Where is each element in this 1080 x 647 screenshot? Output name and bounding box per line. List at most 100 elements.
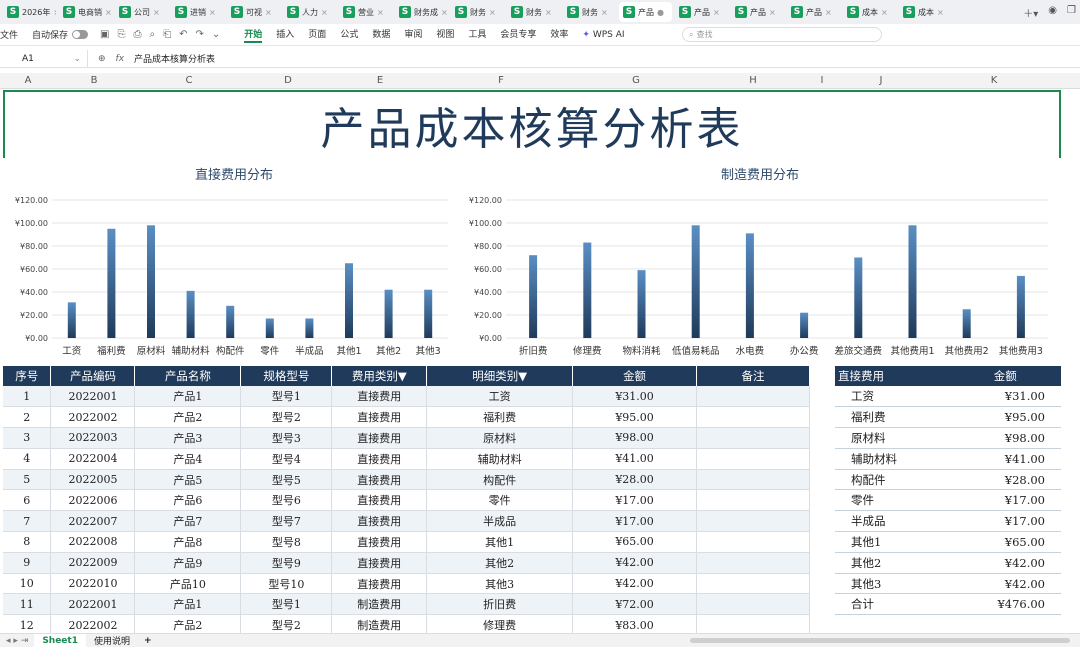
bar[interactable]: [345, 263, 353, 338]
summary-amount[interactable]: ¥65.00: [946, 531, 1061, 553]
summary-amount[interactable]: ¥28.00: [946, 469, 1061, 491]
table-cell[interactable]: 原材料: [426, 427, 574, 449]
format-icon[interactable]: ⎗: [163, 29, 171, 40]
manufacturing-cost-chart[interactable]: 制造费用分布 ¥0.00 ¥20.00 ¥40.00 ¥60.00 ¥80.00 ¥100.…: [458, 160, 1060, 365]
summary-label[interactable]: 工资: [835, 386, 947, 408]
bar[interactable]: [384, 289, 393, 338]
direct-cost-chart[interactable]: 直接费用分布 ¥0.00 ¥20.00 ¥40.00 ¥60.00 ¥80.00 ¥100.…: [0, 160, 458, 365]
table-cell[interactable]: 构配件: [426, 469, 574, 491]
table-cell[interactable]: ¥42.00: [572, 552, 698, 574]
close-icon[interactable]: ×: [377, 8, 384, 17]
table-cell[interactable]: [696, 406, 810, 429]
table-cell[interactable]: 2022004: [50, 448, 136, 470]
table-cell[interactable]: ¥41.00: [572, 448, 698, 470]
close-icon[interactable]: ×: [53, 8, 56, 17]
table-cell[interactable]: 2022008: [50, 531, 136, 553]
bar[interactable]: [908, 225, 917, 338]
bar[interactable]: [1016, 275, 1025, 338]
table-cell[interactable]: 3: [3, 427, 52, 449]
ribbon-menu-item[interactable]: 数据: [372, 27, 390, 43]
bar[interactable]: [691, 225, 700, 338]
table-cell[interactable]: 型号3: [240, 427, 333, 449]
summary-label[interactable]: 福利费: [835, 406, 947, 429]
bar[interactable]: [854, 257, 863, 339]
table-cell[interactable]: ¥65.00: [572, 531, 698, 553]
close-icon[interactable]: ×: [153, 8, 160, 17]
document-tab[interactable]: S 财务 ×: [563, 2, 616, 22]
table-cell[interactable]: ¥31.00: [572, 386, 698, 408]
table-cell[interactable]: [696, 469, 810, 491]
table-cell[interactable]: ¥72.00: [572, 593, 698, 616]
ribbon-menu-item[interactable]: 开始: [244, 27, 263, 43]
table-cell[interactable]: ¥17.00: [572, 510, 698, 533]
ribbon-menu-item[interactable]: 工具: [468, 27, 486, 43]
table-cell[interactable]: 福利费: [426, 406, 574, 429]
table-header[interactable]: 产品编码: [50, 366, 136, 386]
table-cell[interactable]: 2022010: [50, 573, 136, 595]
ribbon-menu-item[interactable]: 效率: [550, 27, 568, 43]
summary-label[interactable]: 辅助材料: [835, 448, 947, 470]
table-cell[interactable]: 型号1: [240, 593, 333, 616]
table-cell[interactable]: 其他1: [426, 531, 574, 553]
more-icon[interactable]: ⌄: [212, 29, 220, 40]
summary-label[interactable]: 构配件: [835, 469, 947, 491]
table-cell[interactable]: 产品3: [134, 427, 242, 449]
document-tab[interactable]: S 财务 ×: [451, 2, 504, 22]
document-tab[interactable]: S 产品 ×: [731, 2, 784, 22]
table-cell[interactable]: 半成品: [426, 510, 574, 533]
table-cell[interactable]: 型号4: [240, 448, 333, 470]
table-cell[interactable]: 型号8: [240, 531, 333, 553]
table-cell[interactable]: 10: [3, 573, 52, 595]
column-header[interactable]: F: [498, 75, 504, 86]
bar[interactable]: [67, 302, 76, 338]
table-cell[interactable]: 产品1: [134, 386, 242, 408]
table-cell[interactable]: 直接费用: [331, 469, 428, 491]
table-cell[interactable]: 11: [3, 593, 52, 616]
close-icon[interactable]: ×: [105, 8, 112, 17]
document-tab[interactable]: S 可视 ×: [227, 2, 280, 22]
column-header[interactable]: E: [377, 75, 383, 86]
table-cell[interactable]: 产品7: [134, 510, 242, 533]
table-cell[interactable]: [696, 531, 810, 553]
column-header[interactable]: D: [284, 75, 292, 86]
horizontal-scrollbar[interactable]: [690, 638, 1070, 643]
add-sheet-button[interactable]: +: [138, 636, 158, 646]
table-cell[interactable]: 2022001: [50, 593, 136, 616]
fx-icon[interactable]: fx: [116, 54, 125, 64]
document-tab[interactable]: S 产品 ●: [619, 2, 672, 22]
document-tab[interactable]: S 电商销 ×: [59, 2, 112, 22]
table-header[interactable]: 费用类别▼: [331, 366, 428, 386]
column-header[interactable]: G: [632, 75, 640, 86]
table-cell[interactable]: 2022007: [50, 510, 136, 533]
bar[interactable]: [424, 289, 433, 338]
table-cell[interactable]: 5: [3, 469, 52, 491]
table-cell[interactable]: ¥17.00: [572, 489, 698, 512]
table-cell[interactable]: 其他2: [426, 552, 574, 574]
close-icon[interactable]: ×: [321, 8, 328, 17]
document-tab[interactable]: S 人力 ×: [283, 2, 336, 22]
close-icon[interactable]: ×: [265, 8, 272, 17]
column-header[interactable]: H: [749, 75, 757, 86]
bar[interactable]: [226, 305, 235, 338]
table-cell[interactable]: 折旧费: [426, 593, 574, 616]
print-icon[interactable]: ⎙: [133, 29, 141, 40]
table-cell[interactable]: 产品2: [134, 406, 242, 429]
bar[interactable]: [186, 290, 195, 338]
table-cell[interactable]: 2022002: [50, 406, 136, 429]
table-cell[interactable]: 2022009: [50, 552, 136, 574]
document-tab[interactable]: S 成本 ×: [899, 2, 952, 22]
table-cell[interactable]: 1: [3, 386, 52, 408]
summary-label[interactable]: 合计: [835, 593, 947, 616]
name-box[interactable]: A1 ⌄: [0, 50, 88, 67]
close-icon[interactable]: ×: [545, 8, 552, 17]
summary-header[interactable]: 金额: [946, 366, 1061, 386]
table-cell[interactable]: 直接费用: [331, 489, 428, 512]
summary-amount[interactable]: ¥31.00: [946, 386, 1061, 408]
close-icon[interactable]: ×: [601, 8, 608, 17]
table-cell[interactable]: 产品1: [134, 593, 242, 616]
summary-label[interactable]: 原材料: [835, 427, 947, 449]
export-icon[interactable]: ⎘: [117, 29, 125, 40]
close-icon[interactable]: ×: [937, 8, 944, 17]
table-cell[interactable]: ¥28.00: [572, 469, 698, 491]
document-tab[interactable]: S 产品 ×: [787, 2, 840, 22]
